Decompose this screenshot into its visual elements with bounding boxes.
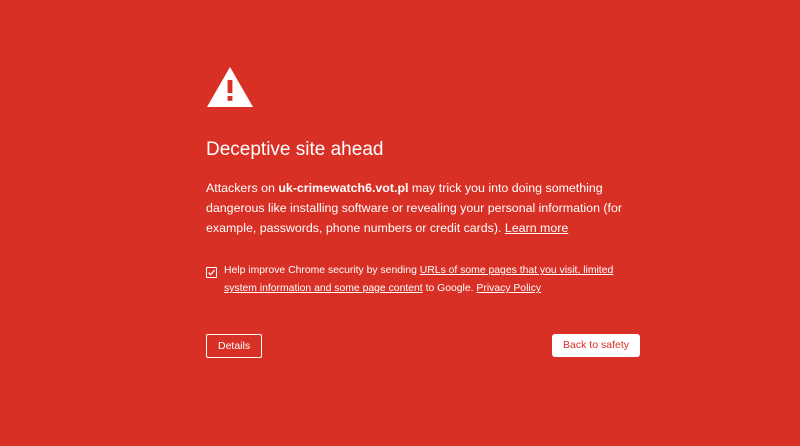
security-optin: Help improve Chrome security by sending … [206, 262, 640, 298]
page-title: Deceptive site ahead [206, 139, 384, 160]
warning-description: Attackers on uk-crimewatch6.vot.pl may t… [206, 178, 640, 238]
checkmark-icon [208, 269, 216, 276]
description-prefix: Attackers on [206, 181, 279, 195]
help-improve-checkbox[interactable] [206, 267, 217, 278]
optin-middle: to Google. [422, 283, 477, 294]
optin-text: Help improve Chrome security by sending … [224, 262, 640, 298]
interstitial-content: Deceptive site ahead Attackers on uk-cri… [206, 66, 640, 358]
details-button[interactable]: Details [206, 334, 263, 358]
learn-more-link[interactable]: Learn more [505, 221, 568, 235]
optin-prefix: Help improve Chrome security by sending [224, 265, 420, 276]
button-row: Details Back to safety [206, 334, 640, 358]
back-to-safety-button[interactable]: Back to safety [552, 334, 640, 357]
site-domain: uk-crimewatch6.vot.pl [278, 181, 409, 195]
privacy-policy-link[interactable]: Privacy Policy [476, 283, 541, 294]
warning-triangle-icon [207, 67, 253, 107]
